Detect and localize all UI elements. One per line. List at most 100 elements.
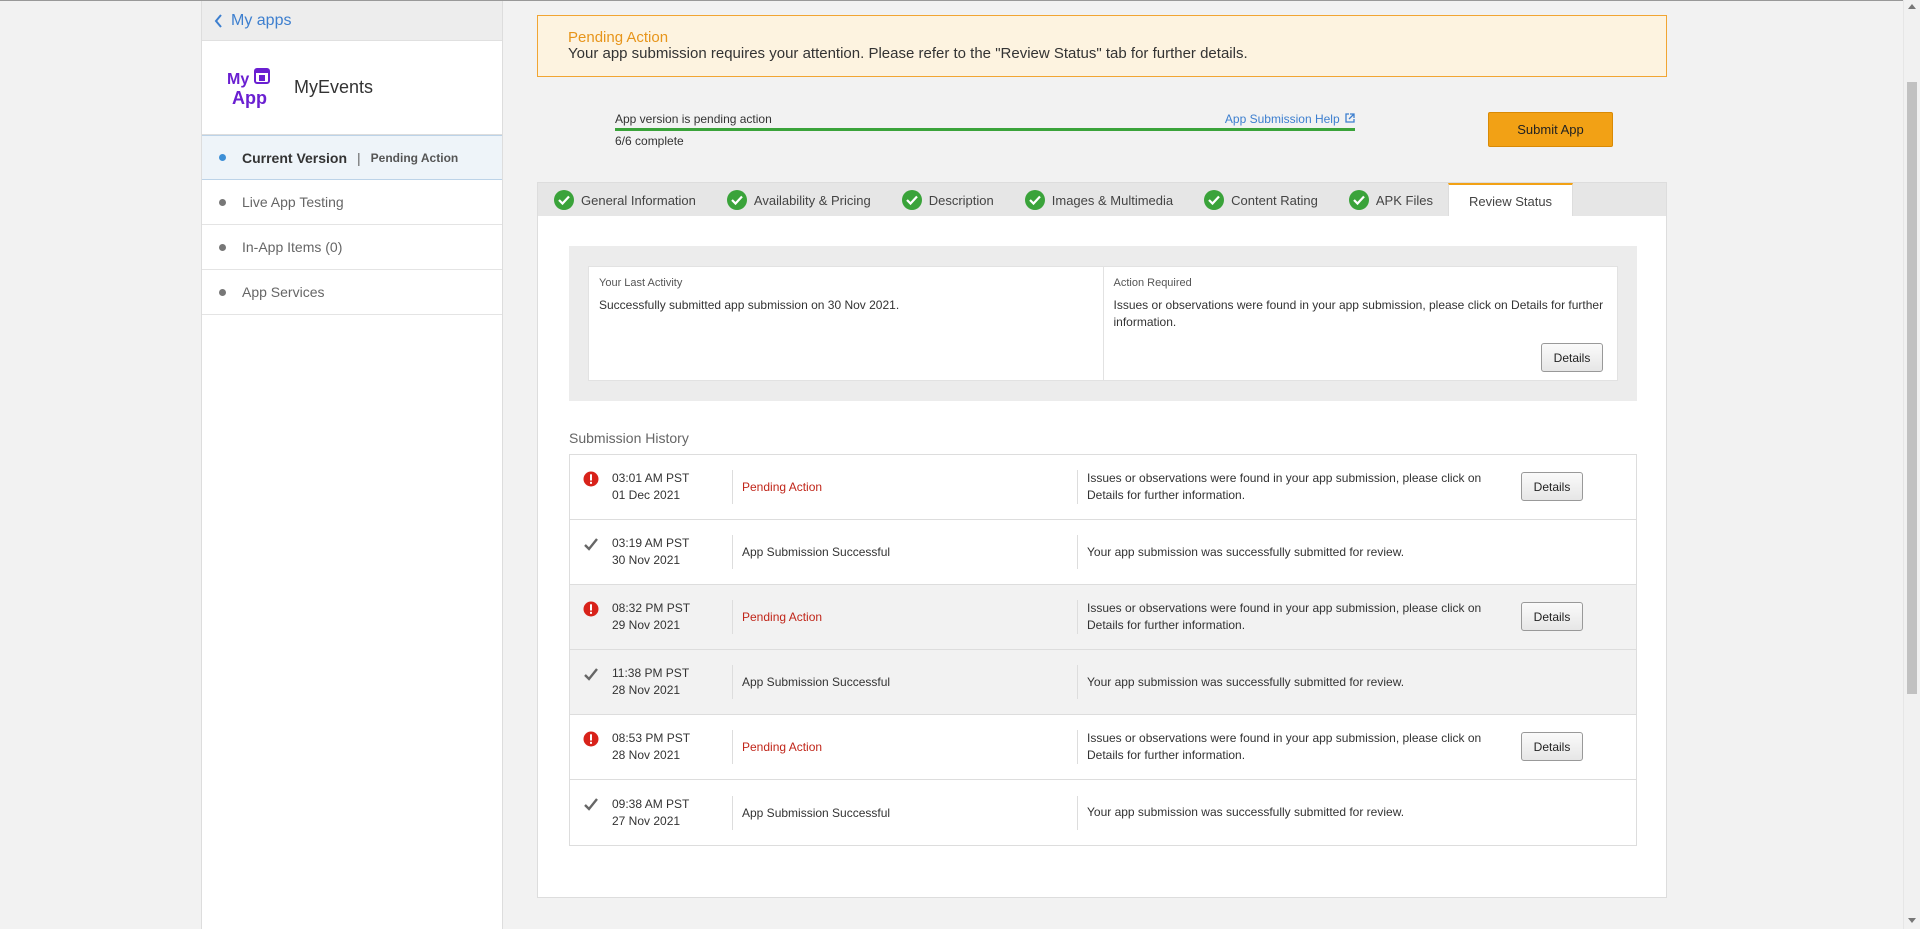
back-label: My apps (231, 11, 292, 29)
action-details-button[interactable]: Details (1541, 343, 1603, 372)
scrollbar-thumb[interactable] (1907, 82, 1917, 694)
history-timestamp: 03:19 AM PST 30 Nov 2021 (612, 536, 690, 567)
tab-review-status[interactable]: Review Status (1447, 183, 1574, 217)
table-row: 08:32 PM PST 29 Nov 2021 Pending Action I… (570, 585, 1636, 650)
table-row: 09:38 AM PST 27 Nov 2021 App Submission S… (570, 780, 1636, 845)
bullet-icon (219, 243, 226, 251)
history-timestamp: 09:38 AM PST 27 Nov 2021 (612, 796, 690, 828)
last-activity: Your Last Activity Successfully submitte… (589, 267, 1103, 380)
history-message: Your app submission was successfully sub… (1087, 674, 1405, 689)
check-circle-icon (901, 190, 922, 210)
tab-apk-files[interactable]: APK Files (1333, 183, 1448, 217)
error-icon (583, 601, 599, 617)
external-link-icon (1345, 113, 1355, 123)
sidebar-item-label: Live App Testing (242, 194, 344, 210)
review-status-panel: Your Last Activity Successfully submitte… (537, 216, 1667, 898)
separator: | (357, 149, 361, 166)
check-circle-icon (1348, 190, 1369, 210)
history-message: Issues or observations were found in you… (1087, 471, 1482, 502)
tab-general-information[interactable]: General Information (538, 183, 711, 217)
details-button[interactable]: Details (1521, 732, 1583, 761)
activity-summary: Your Last Activity Successfully submitte… (569, 246, 1637, 401)
checkmark-icon (584, 668, 598, 681)
checkmark-icon (584, 798, 598, 811)
scroll-down-arrow[interactable] (1908, 918, 1916, 923)
submission-history-title: Submission History (569, 430, 689, 446)
app-submission-help-link[interactable]: App Submission Help (1225, 112, 1355, 126)
submit-app-button[interactable]: Submit App (1488, 112, 1613, 147)
progress-count: 6/6 complete (615, 134, 684, 148)
submission-progress: App version is pending action App Submis… (615, 112, 1355, 148)
tab-label: General Information (581, 192, 696, 208)
tab-bar: General Information Availability & Prici… (537, 182, 1667, 217)
history-message: Issues or observations were found in you… (1087, 731, 1482, 762)
progress-status: App version is pending action (615, 112, 772, 126)
history-status: Pending Action (742, 740, 823, 754)
bullet-icon (219, 198, 226, 206)
history-timestamp: 11:38 PM PST 28 Nov 2021 (612, 666, 690, 697)
history-status: Pending Action (742, 480, 823, 494)
table-row: 03:19 AM PST 30 Nov 2021 App Submission S… (570, 520, 1636, 585)
history-timestamp: 08:53 PM PST 28 Nov 2021 (612, 731, 691, 762)
sidebar: My apps My App MyEvents Current Version … (201, 1, 503, 929)
sidebar-item-app-services[interactable]: App Services (202, 270, 502, 315)
app-logo: My App (226, 67, 274, 109)
sidebar-item-current-version[interactable]: Current Version | Pending Action (202, 135, 502, 180)
table-row: 11:38 PM PST 28 Nov 2021 App Submission S… (570, 650, 1636, 715)
sidebar-item-label: App Services (242, 284, 325, 300)
submission-history-table: 03:01 AM PST 01 Dec 2021 Pending Action I… (569, 454, 1637, 846)
sidebar-item-label: Current Version (242, 149, 348, 166)
page-scrollbar[interactable] (1903, 0, 1920, 929)
details-button[interactable]: Details (1521, 602, 1583, 631)
action-required-text: Issues or observations were found in you… (1113, 298, 1604, 329)
history-status: App Submission Successful (742, 805, 891, 820)
tab-availability-pricing[interactable]: Availability & Pricing (711, 183, 886, 217)
table-row: 08:53 PM PST 28 Nov 2021 Pending Action I… (570, 715, 1636, 780)
tab-content-rating[interactable]: Content Rating (1188, 183, 1333, 217)
tab-label: Review Status (1468, 193, 1553, 209)
history-timestamp: 03:01 AM PST 01 Dec 2021 (612, 471, 690, 502)
bullet-icon (219, 154, 226, 161)
action-required: Action Required Issues or observations w… (1102, 267, 1618, 380)
error-icon (583, 731, 599, 747)
app-header: My App MyEvents (202, 41, 502, 135)
alert-text: Your app submission requires your attent… (568, 45, 1248, 62)
tab-label: APK Files (1375, 192, 1433, 208)
tab-label: Availability & Pricing (753, 192, 871, 208)
history-message: Your app submission was successfully sub… (1087, 544, 1405, 559)
check-circle-icon (1024, 190, 1045, 210)
sidebar-item-live-app-testing[interactable]: Live App Testing (202, 180, 502, 225)
error-icon (583, 471, 599, 487)
action-required-label: Action Required (1113, 277, 1192, 289)
bullet-icon (219, 288, 226, 296)
tab-label: Images & Multimedia (1051, 192, 1174, 208)
scroll-up-arrow[interactable] (1908, 4, 1916, 9)
sidebar-item-label: In-App Items (0) (242, 239, 343, 255)
app-name: MyEvents (294, 77, 374, 97)
tab-label: Content Rating (1231, 192, 1318, 208)
history-timestamp: 08:32 PM PST 29 Nov 2021 (612, 601, 691, 632)
checkmark-icon (584, 538, 598, 551)
svg-text:App: App (232, 88, 267, 108)
back-to-my-apps-link[interactable]: My apps (202, 1, 502, 41)
tab-description[interactable]: Description (886, 183, 1009, 217)
svg-text:My: My (227, 71, 249, 88)
table-row: 03:01 AM PST 01 Dec 2021 Pending Action I… (570, 455, 1636, 520)
chevron-left-icon (214, 13, 222, 28)
progress-bar (615, 128, 1355, 131)
history-status: App Submission Successful (742, 675, 891, 689)
alert-title: Pending Action (568, 29, 669, 46)
history-status: Pending Action (742, 610, 823, 624)
tab-label: Description (928, 192, 994, 208)
history-message: Your app submission was successfully sub… (1087, 805, 1405, 819)
tab-images-multimedia[interactable]: Images & Multimedia (1009, 183, 1188, 217)
history-message: Issues or observations were found in you… (1087, 601, 1482, 632)
pending-action-alert: Pending Action Your app submission requi… (537, 15, 1667, 77)
sidebar-item-status: Pending Action (370, 150, 459, 165)
help-link-label: App Submission Help (1224, 112, 1340, 126)
check-circle-icon (554, 190, 574, 210)
sidebar-item-in-app-items[interactable]: In-App Items (0) (202, 225, 502, 270)
details-button[interactable]: Details (1521, 472, 1583, 501)
history-status: App Submission Successful (742, 545, 891, 559)
check-circle-icon (726, 190, 747, 210)
